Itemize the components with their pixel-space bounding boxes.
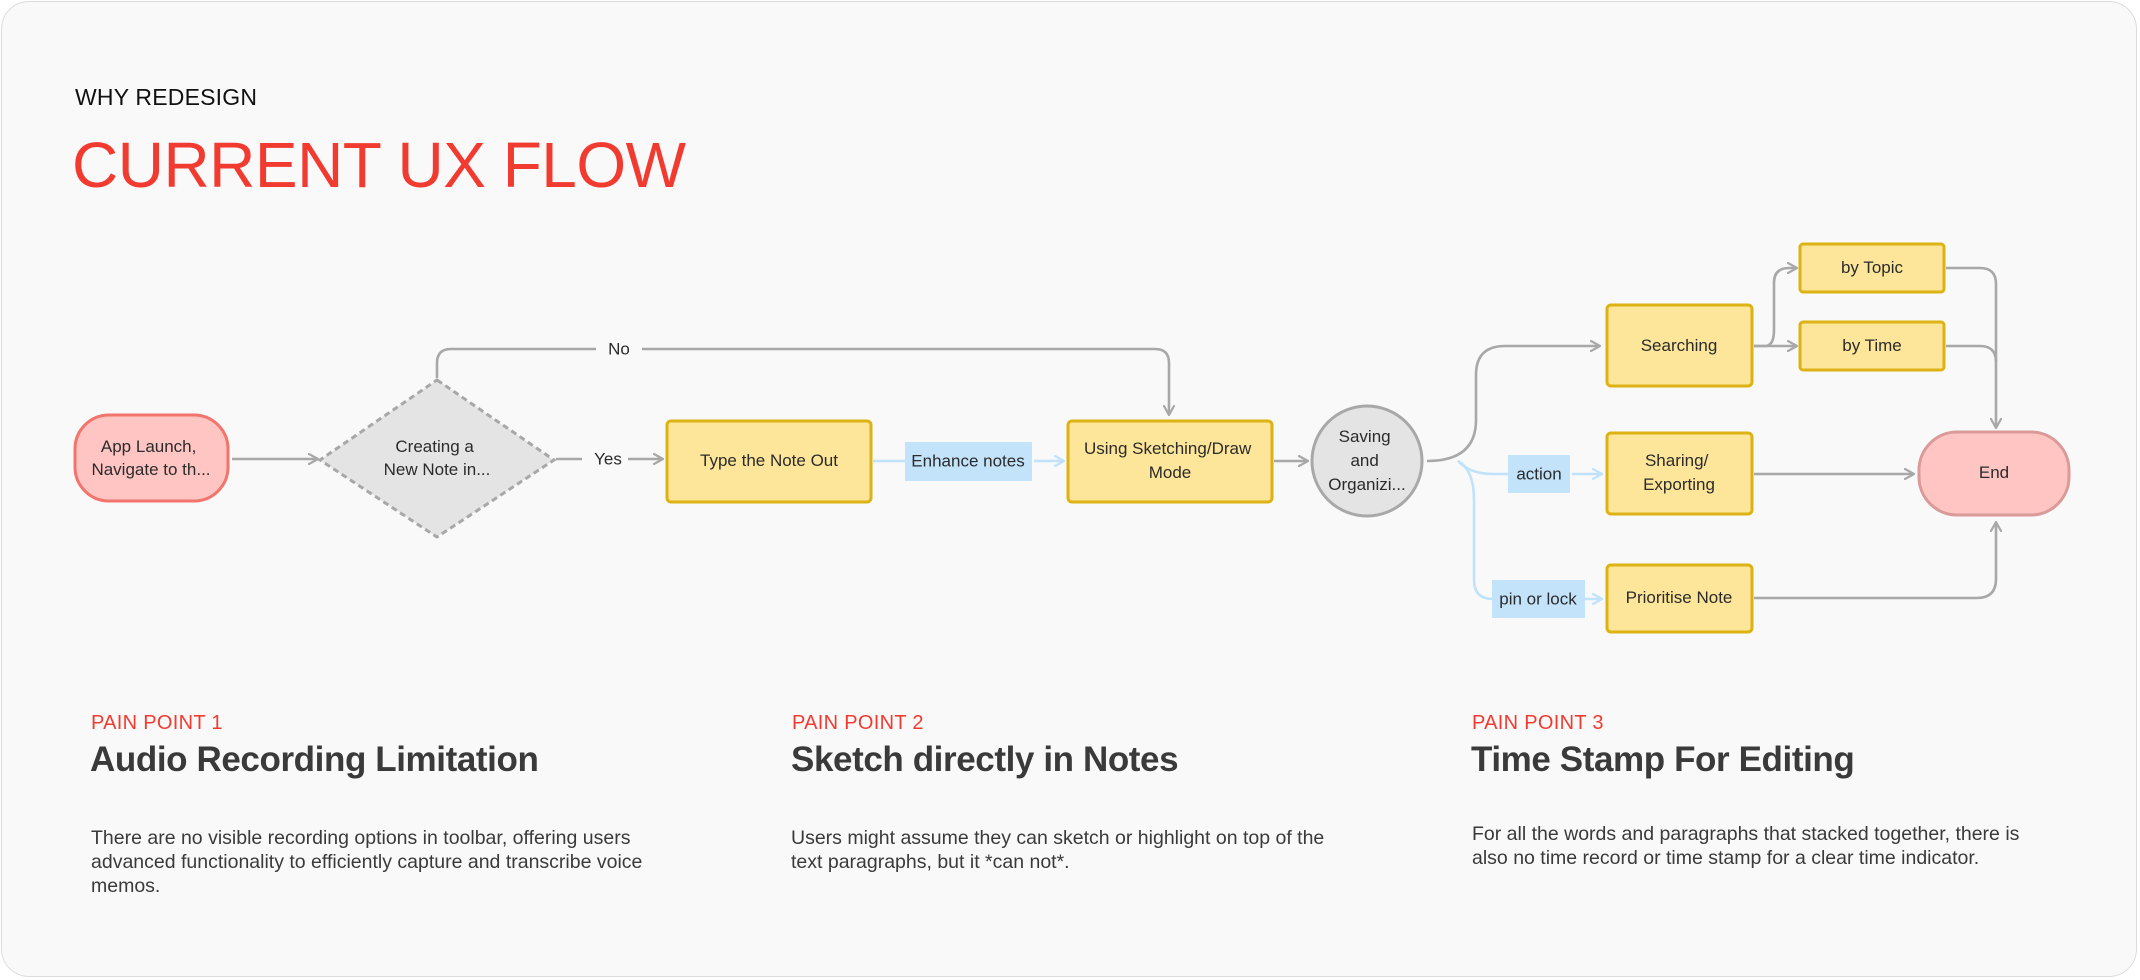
action-label-text: action [1516,464,1561,483]
connector-time-to-end [1946,344,1998,363]
connector-saving-to-pin [1457,459,1494,601]
end-node: End [1917,430,2071,517]
pin-or-lock-text: pin or lock [1499,589,1577,608]
enhance-notes-label: Enhance notes [905,442,1032,481]
sharing-node: Sharing/ Exporting [1605,431,1754,516]
decision-node: Creating a New Note in... [317,378,557,539]
searching-node: Searching [1605,303,1754,388]
type-note-label: Type the Note Out [700,451,838,470]
connector-decision-no [435,347,1169,415]
start-node: App Launch, Navigate to th... [73,413,230,503]
pain-point-label: PAIN POINT 3 [1472,712,1604,734]
prioritise-node: Prioritise Note [1605,563,1754,634]
saving-node: Saving and Organizi... [1310,404,1424,518]
pain-point-title: Audio Recording Limitation [90,740,539,779]
searching-label: Searching [1641,336,1718,355]
connector-searching-to-topic [1754,268,1797,348]
pain-point-description: Users might assume they can sketch or hi… [791,827,1325,873]
type-note-node: Type the Note Out [665,419,873,504]
pain-point-description: There are no visible recording options i… [91,827,643,897]
end-node-label: End [1979,463,2009,482]
sketch-mode-node: Using Sketching/Draw Mode [1066,419,1274,504]
enhance-notes-text: Enhance notes [911,451,1024,470]
by-topic-node: by Topic [1798,242,1946,294]
action-label: action [1508,455,1570,493]
prioritise-label: Prioritise Note [1626,588,1733,607]
edge-label-yes: Yes [594,449,622,468]
by-topic-label: by Topic [1841,258,1904,277]
pain-point-title: Sketch directly in Notes [791,740,1179,779]
by-time-node: by Time [1798,320,1946,372]
connector-prioritise-to-end [1754,522,1996,600]
pain-point-description: For all the words and paragraphs that st… [1472,823,2020,869]
edge-label-no: No [608,339,630,358]
pin-or-lock-label: pin or lock [1492,580,1585,618]
connector-saving-to-searching [1426,346,1600,463]
pain-point-label: PAIN POINT 2 [792,712,924,734]
pain-point-title: Time Stamp For Editing [1471,740,1855,779]
by-time-label: by Time [1842,336,1902,355]
pain-point-label: PAIN POINT 1 [91,712,223,734]
